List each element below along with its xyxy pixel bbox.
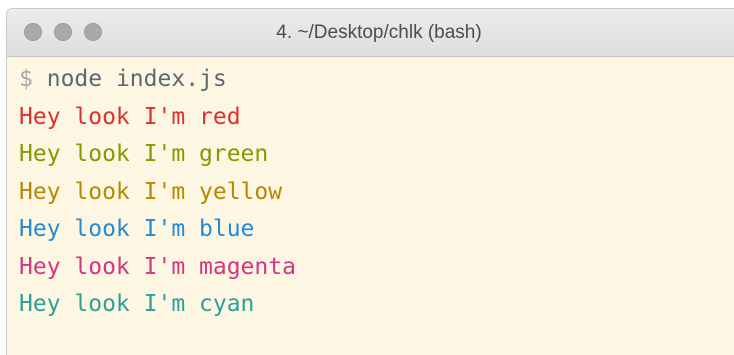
output-line-green: Hey look I'm green xyxy=(19,141,269,167)
prompt-symbol: $ xyxy=(19,66,33,92)
output-line-red: Hey look I'm red xyxy=(19,103,241,130)
terminal-window: 4. ~/Desktop/chlk (bash) $ node index.js… xyxy=(6,8,734,355)
command-text: node index.js xyxy=(46,66,227,92)
window-title: 4. ~/Desktop/chlk (bash) xyxy=(276,22,482,43)
title-bar[interactable]: 4. ~/Desktop/chlk (bash) xyxy=(7,9,734,57)
terminal-output[interactable]: $ node index.js Hey look I'm red Hey loo… xyxy=(19,61,734,324)
output-line-magenta: Hey look I'm magenta xyxy=(19,253,296,280)
output-line-cyan: Hey look I'm cyan xyxy=(19,291,255,317)
command-line: $ node index.js xyxy=(19,61,734,99)
output-line-blue: Hey look I'm blue xyxy=(19,216,255,242)
output-line-yellow: Hey look I'm yellow xyxy=(19,178,283,205)
